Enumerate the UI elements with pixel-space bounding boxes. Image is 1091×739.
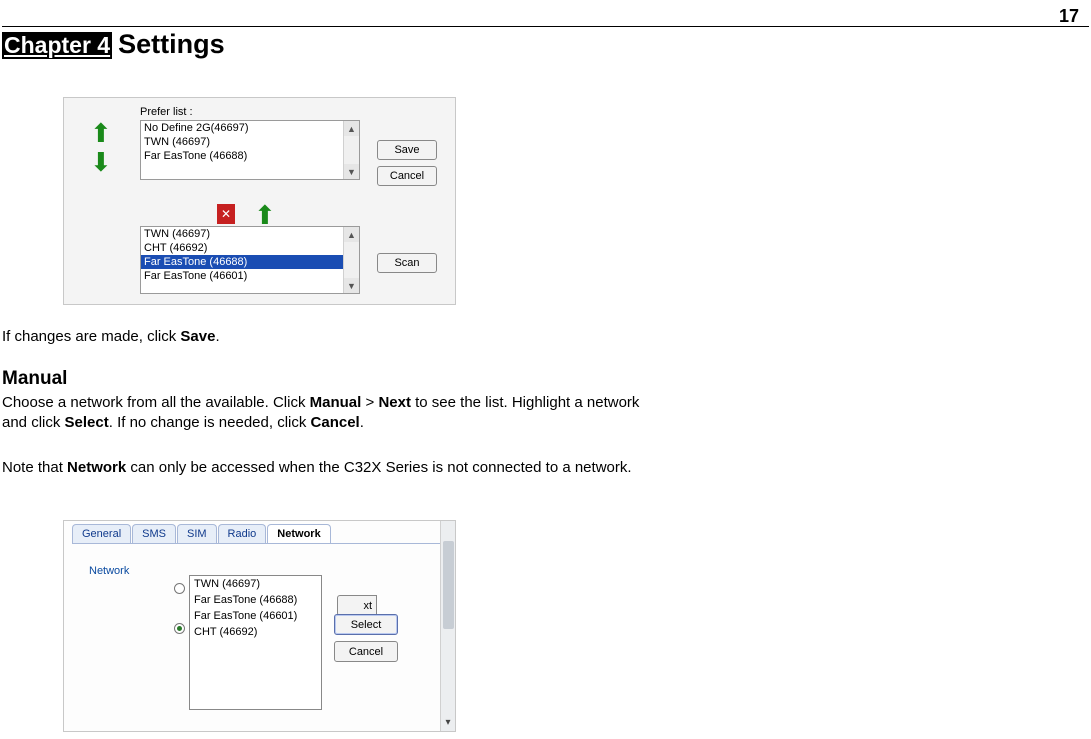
radio-manual[interactable] <box>174 623 185 634</box>
next-button[interactable]: xt <box>337 595 377 616</box>
text-fragment: . <box>215 328 219 345</box>
chapter-title: Settings <box>118 29 225 60</box>
list-item[interactable]: TWN (46697) <box>141 227 359 241</box>
scrollbar[interactable]: ▲ ▼ <box>343 121 359 179</box>
list-item[interactable]: Far EasTone (46601) <box>190 608 321 624</box>
text-fragment: . If no change is needed, click <box>109 414 311 431</box>
text-fragment: Choose a network from all the available.… <box>2 394 310 411</box>
scrollbar[interactable]: ▲ ▼ <box>343 227 359 293</box>
radio-auto[interactable] <box>174 583 185 594</box>
scrollbar[interactable]: ▾ <box>440 521 455 731</box>
tab-network[interactable]: Network <box>267 524 330 544</box>
figure-prefer-list: Prefer list : ⬆ ⬇ No Define 2G(46697) TW… <box>63 97 456 305</box>
list-item[interactable]: TWN (46697) <box>141 135 359 149</box>
text-fragment: > <box>361 394 378 411</box>
available-list[interactable]: TWN (46697) CHT (46692) Far EasTone (466… <box>140 226 360 294</box>
prefer-list-label: Prefer list : <box>140 106 193 118</box>
chapter-header: Chapter 4 Settings <box>2 29 225 60</box>
cancel-button[interactable]: Cancel <box>377 166 437 186</box>
cancel-button[interactable]: Cancel <box>334 641 398 662</box>
arrow-down-icon[interactable]: ⬇ <box>90 154 106 170</box>
text-fragment: If changes are made, click <box>2 328 180 345</box>
page-number: 17 <box>1059 6 1079 27</box>
tab-sms[interactable]: SMS <box>132 524 176 544</box>
delete-icon[interactable] <box>217 204 235 224</box>
text-fragment: Note that <box>2 459 67 476</box>
save-button[interactable]: Save <box>377 140 437 160</box>
prefer-list[interactable]: No Define 2G(46697) TWN (46697) Far EasT… <box>140 120 360 180</box>
scroll-up-icon[interactable]: ▲ <box>344 227 359 242</box>
scroll-down-icon[interactable]: ▼ <box>344 164 359 179</box>
tabs-row: General SMS SIM Radio Network <box>72 524 331 544</box>
arrow-up-icon[interactable]: ⬆ <box>90 125 106 141</box>
body-text: If changes are made, click Save. <box>2 328 220 345</box>
text-bold: Network <box>67 459 126 476</box>
text-bold: Next <box>378 394 411 411</box>
chapter-label: Chapter 4 <box>2 32 112 59</box>
list-item[interactable]: CHT (46692) <box>141 241 359 255</box>
scan-button[interactable]: Scan <box>377 253 437 273</box>
scroll-up-icon[interactable]: ▲ <box>344 121 359 136</box>
network-select-list[interactable]: TWN (46697) Far EasTone (46688) Far EasT… <box>189 575 322 710</box>
figure-network-tab: General SMS SIM Radio Network Network xt… <box>63 520 456 732</box>
list-item[interactable]: No Define 2G(46697) <box>141 121 359 135</box>
paragraph-manual: Choose a network from all the available.… <box>2 393 662 432</box>
list-item[interactable]: Far EasTone (46688) <box>141 149 359 163</box>
tab-sim[interactable]: SIM <box>177 524 217 544</box>
paragraph-note: Note that Network can only be accessed w… <box>2 458 662 478</box>
text-fragment: can only be accessed when the C32X Serie… <box>126 459 631 476</box>
list-item[interactable]: Far EasTone (46688) <box>190 592 321 608</box>
scroll-down-icon[interactable]: ▼ <box>344 278 359 293</box>
scroll-down-icon[interactable]: ▾ <box>441 715 455 729</box>
network-group-label: Network <box>89 565 129 577</box>
section-heading-manual: Manual <box>2 368 67 390</box>
list-item[interactable]: Far EasTone (46688) <box>141 255 359 269</box>
header-rule <box>2 26 1089 27</box>
tab-radio[interactable]: Radio <box>218 524 267 544</box>
scrollbar-thumb[interactable] <box>443 541 454 629</box>
list-item[interactable]: Far EasTone (46601) <box>141 269 359 283</box>
text-bold: Select <box>65 414 109 431</box>
list-item[interactable]: TWN (46697) <box>190 576 321 592</box>
text-bold: Manual <box>310 394 362 411</box>
tab-general[interactable]: General <box>72 524 131 544</box>
text-bold: Save <box>180 328 215 345</box>
text-bold: Cancel <box>311 414 360 431</box>
list-item[interactable]: CHT (46692) <box>190 624 321 640</box>
text-fragment: . <box>360 414 364 431</box>
select-button[interactable]: Select <box>334 614 398 635</box>
